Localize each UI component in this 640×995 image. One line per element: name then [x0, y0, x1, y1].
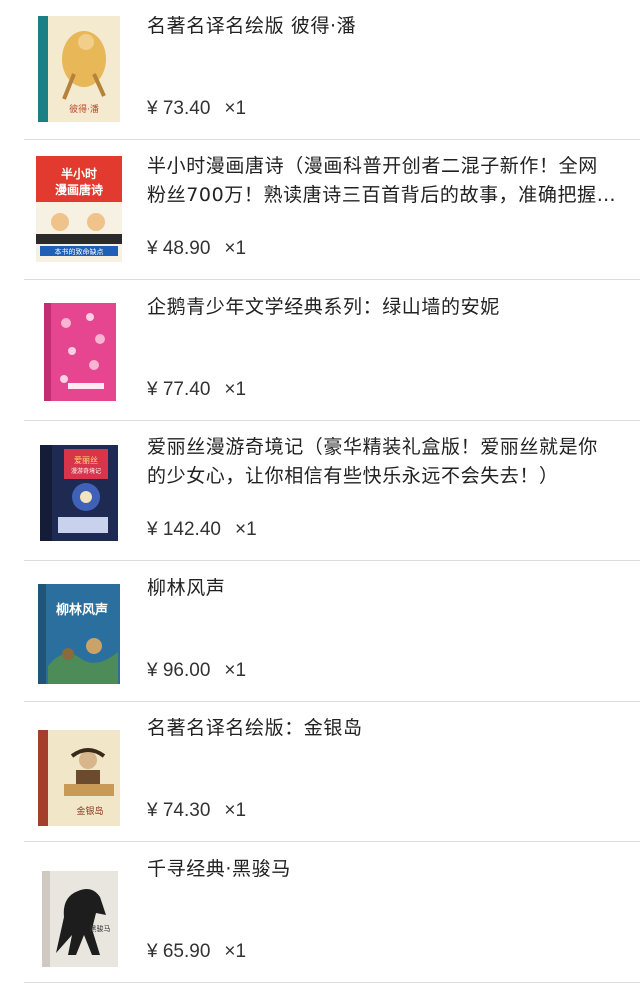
item-quantity: ×1 — [224, 941, 247, 962]
price-row: ¥ 96.00 ×1 — [147, 660, 246, 682]
order-item[interactable]: 企鹅青少年文学经典系列：绿山墙的安妮 ¥ 77.40 ×1 — [0, 281, 640, 421]
item-title[interactable]: 名著名译名绘版 彼得·潘 — [147, 12, 617, 41]
price-row: ¥ 77.40 ×1 — [147, 379, 246, 401]
book-cover-peter-pan[interactable]: 彼得·潘 — [34, 14, 124, 126]
price-row: ¥ 65.90 ×1 — [147, 941, 246, 963]
item-title[interactable]: 半小时漫画唐诗（漫画科普开创者二混子新作！全网粉丝700万！熟读唐诗三百首背后的… — [147, 152, 617, 210]
svg-text:爱丽丝: 爱丽丝 — [74, 455, 98, 465]
item-quantity: ×1 — [224, 379, 247, 400]
item-price: ¥ 96.00 — [147, 660, 211, 681]
item-price: ¥ 65.90 — [147, 941, 211, 962]
book-cover-alice[interactable]: 爱丽丝 漫游奇境记 — [34, 435, 124, 547]
order-item-list: 彼得·潘 名著名译名绘版 彼得·潘 ¥ 73.40 ×1 半小时 漫画唐诗 本书的… — [0, 0, 640, 995]
cover-title: 金银岛 — [76, 805, 103, 817]
cover-title: 彼得·潘 — [69, 103, 99, 115]
cover-title: 黑骏马 — [90, 924, 111, 933]
divider — [24, 841, 640, 842]
order-item[interactable]: 半小时 漫画唐诗 本书的致命缺点 半小时漫画唐诗（漫画科普开创者二混子新作！全网… — [0, 140, 640, 280]
svg-text:漫画唐诗: 漫画唐诗 — [55, 182, 103, 197]
divider — [24, 982, 640, 983]
book-cover-tang-poetry[interactable]: 半小时 漫画唐诗 本书的致命缺点 — [34, 154, 124, 266]
divider — [24, 279, 640, 280]
divider — [24, 560, 640, 561]
item-price: ¥ 48.90 — [147, 238, 211, 259]
book-cover-anne[interactable] — [34, 295, 124, 407]
item-title[interactable]: 企鹅青少年文学经典系列：绿山墙的安妮 — [147, 293, 617, 322]
cover-title: 柳林风声 — [56, 602, 108, 618]
item-title[interactable]: 柳林风声 — [147, 574, 617, 603]
item-quantity: ×1 — [224, 98, 247, 119]
item-title[interactable]: 千寻经典·黑骏马 — [147, 855, 617, 884]
price-row: ¥ 73.40 ×1 — [147, 98, 246, 120]
item-quantity: ×1 — [234, 519, 257, 540]
svg-text:半小时: 半小时 — [61, 166, 97, 181]
order-item[interactable]: 金银岛 名著名译名绘版：金银岛 ¥ 74.30 ×1 — [0, 702, 640, 842]
order-item[interactable]: 黑骏马 千寻经典·黑骏马 ¥ 65.90 ×1 — [0, 843, 640, 983]
book-cover-wind-willows[interactable]: 柳林风声 — [34, 576, 124, 688]
item-quantity: ×1 — [224, 238, 247, 259]
price-row: ¥ 142.40 ×1 — [147, 519, 257, 541]
item-price: ¥ 77.40 — [147, 379, 211, 400]
item-price: ¥ 74.30 — [147, 800, 211, 821]
order-item[interactable]: 柳林风声 柳林风声 ¥ 96.00 ×1 — [0, 562, 640, 702]
price-row: ¥ 48.90 ×1 — [147, 238, 246, 260]
svg-text:本书的致命缺点: 本书的致命缺点 — [55, 247, 104, 256]
book-cover-treasure-island[interactable]: 金银岛 — [34, 716, 124, 828]
order-item[interactable]: 彼得·潘 名著名译名绘版 彼得·潘 ¥ 73.40 ×1 — [0, 0, 640, 140]
item-title[interactable]: 名著名译名绘版：金银岛 — [147, 714, 617, 743]
price-row: ¥ 74.30 ×1 — [147, 800, 246, 822]
item-price: ¥ 73.40 — [147, 98, 211, 119]
book-cover-black-beauty[interactable]: 黑骏马 — [34, 857, 124, 969]
order-item[interactable]: 爱丽丝 漫游奇境记 爱丽丝漫游奇境记（豪华精装礼盒版！爱丽丝就是你的少女心，让你… — [0, 421, 640, 561]
item-price: ¥ 142.40 — [147, 519, 221, 540]
item-quantity: ×1 — [224, 660, 247, 681]
item-quantity: ×1 — [224, 800, 247, 821]
svg-text:漫游奇境记: 漫游奇境记 — [71, 467, 101, 475]
item-title[interactable]: 爱丽丝漫游奇境记（豪华精装礼盒版！爱丽丝就是你的少女心，让你相信有些快乐永远不会… — [147, 433, 617, 491]
